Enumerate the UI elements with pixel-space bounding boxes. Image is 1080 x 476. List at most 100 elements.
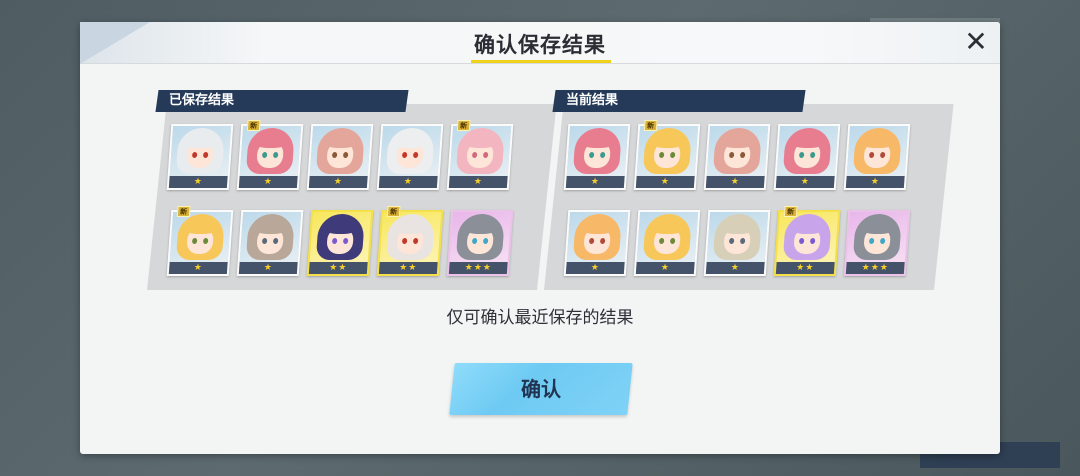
- portrait-bangs: [792, 136, 824, 148]
- portrait-bangs: [862, 136, 894, 148]
- portrait-bangs: [862, 222, 894, 234]
- character-card[interactable]: ★★★: [843, 210, 911, 276]
- character-portrait: [379, 212, 442, 262]
- portrait-eye: [728, 238, 735, 244]
- title-underline: [471, 60, 611, 63]
- character-portrait: [776, 126, 839, 176]
- character-card[interactable]: ★ 新: [446, 120, 514, 190]
- portrait-eye: [809, 238, 816, 244]
- character-card[interactable]: ★ 新: [236, 120, 304, 190]
- portrait-bangs: [255, 136, 287, 148]
- portrait-eye: [191, 152, 198, 158]
- star-rating: ★: [238, 176, 298, 188]
- star-rating: ★: [565, 176, 625, 188]
- current-results-grid: ★ ★ 新 ★ ★ ★ ★ ★ ★ ★★ 新 ★★★: [563, 120, 916, 296]
- character-portrait: [636, 212, 699, 262]
- star-rating: ★: [565, 262, 625, 274]
- character-card[interactable]: ★: [843, 124, 911, 190]
- confirm-button[interactable]: 确认: [449, 363, 633, 415]
- star-rating: ★: [705, 262, 765, 274]
- character-card[interactable]: ★: [166, 124, 234, 190]
- portrait-eye: [879, 152, 886, 158]
- star-rating: ★: [448, 176, 508, 188]
- portrait-eye: [342, 238, 349, 244]
- portrait-eye: [658, 152, 665, 158]
- portrait-bangs: [652, 222, 684, 234]
- star-rating: ★★★: [845, 262, 905, 274]
- current-results-panel: 当前结果 ★ ★ 新 ★ ★ ★ ★ ★ ★ ★★ 新 ★★★: [532, 90, 954, 290]
- character-portrait: [776, 212, 839, 262]
- portrait-eye: [482, 238, 489, 244]
- character-card[interactable]: ★★ 新: [376, 206, 444, 276]
- portrait-bangs: [792, 222, 824, 234]
- close-icon[interactable]: ✕: [962, 28, 990, 56]
- new-badge: 新: [783, 206, 798, 217]
- character-card[interactable]: ★: [703, 210, 771, 276]
- star-rating: ★★★: [448, 262, 508, 274]
- saved-results-label: 已保存结果: [155, 90, 409, 112]
- character-card[interactable]: ★: [376, 124, 444, 190]
- portrait-eye: [739, 152, 746, 158]
- character-card[interactable]: ★ 新: [166, 206, 234, 276]
- portrait-eye: [272, 238, 279, 244]
- character-portrait: [309, 126, 372, 176]
- character-card[interactable]: ★: [236, 210, 304, 276]
- star-rating: ★: [635, 262, 695, 274]
- star-rating: ★: [168, 176, 228, 188]
- star-rating: ★★: [378, 262, 438, 274]
- new-badge: 新: [386, 206, 401, 217]
- character-card[interactable]: ★: [703, 124, 771, 190]
- portrait-eye: [401, 238, 408, 244]
- character-portrait: [566, 126, 629, 176]
- character-card[interactable]: ★: [306, 124, 374, 190]
- portrait-eye: [669, 238, 676, 244]
- portrait-eye: [261, 238, 268, 244]
- character-card[interactable]: ★★ 新: [773, 206, 841, 276]
- portrait-eye: [809, 152, 816, 158]
- character-card[interactable]: ★: [563, 210, 631, 276]
- portrait-eye: [669, 152, 676, 158]
- character-portrait: [846, 126, 909, 176]
- portrait-eye: [471, 238, 478, 244]
- portrait-bangs: [185, 222, 217, 234]
- portrait-eye: [728, 152, 735, 158]
- character-card[interactable]: ★: [773, 124, 841, 190]
- portrait-eye: [471, 152, 478, 158]
- portrait-eye: [868, 152, 875, 158]
- portrait-eye: [272, 152, 279, 158]
- character-portrait: [636, 126, 699, 176]
- character-card[interactable]: ★: [563, 124, 631, 190]
- portrait-bangs: [465, 136, 497, 148]
- portrait-eye: [202, 238, 209, 244]
- portrait-eye: [739, 238, 746, 244]
- character-portrait: [169, 126, 232, 176]
- character-portrait: [449, 126, 512, 176]
- new-badge: 新: [643, 120, 658, 131]
- star-rating: ★: [845, 176, 905, 188]
- character-card[interactable]: ★★: [306, 210, 374, 276]
- new-badge: 新: [176, 206, 191, 217]
- star-rating: ★: [635, 176, 695, 188]
- character-portrait: [846, 212, 909, 262]
- character-card[interactable]: ★★★: [446, 210, 514, 276]
- portrait-eye: [482, 152, 489, 158]
- character-card[interactable]: ★: [633, 210, 701, 276]
- character-card[interactable]: ★ 新: [633, 120, 701, 190]
- star-rating: ★★: [308, 262, 368, 274]
- character-portrait: [379, 126, 442, 176]
- saved-results-grid: ★ ★ 新 ★ ★ ★ 新 ★ 新 ★ ★★ ★★ 新 ★★★: [166, 120, 519, 296]
- portrait-eye: [599, 238, 606, 244]
- new-badge: 新: [456, 120, 471, 131]
- portrait-bangs: [722, 136, 754, 148]
- card-row: ★ ★ ★ ★★ 新 ★★★: [563, 206, 916, 276]
- portrait-eye: [798, 152, 805, 158]
- character-portrait: [239, 212, 302, 262]
- confirm-button-label: 确认: [521, 377, 561, 401]
- portrait-bangs: [582, 222, 614, 234]
- portrait-eye: [331, 238, 338, 244]
- portrait-eye: [798, 238, 805, 244]
- portrait-bangs: [395, 136, 427, 148]
- notice-text: 仅可确认最近保存的结果: [446, 308, 634, 328]
- character-portrait: [169, 212, 232, 262]
- saved-results-panel: 已保存结果 ★ ★ 新 ★ ★ ★ 新 ★ 新 ★ ★★ ★★ 新 ★★★: [135, 90, 557, 290]
